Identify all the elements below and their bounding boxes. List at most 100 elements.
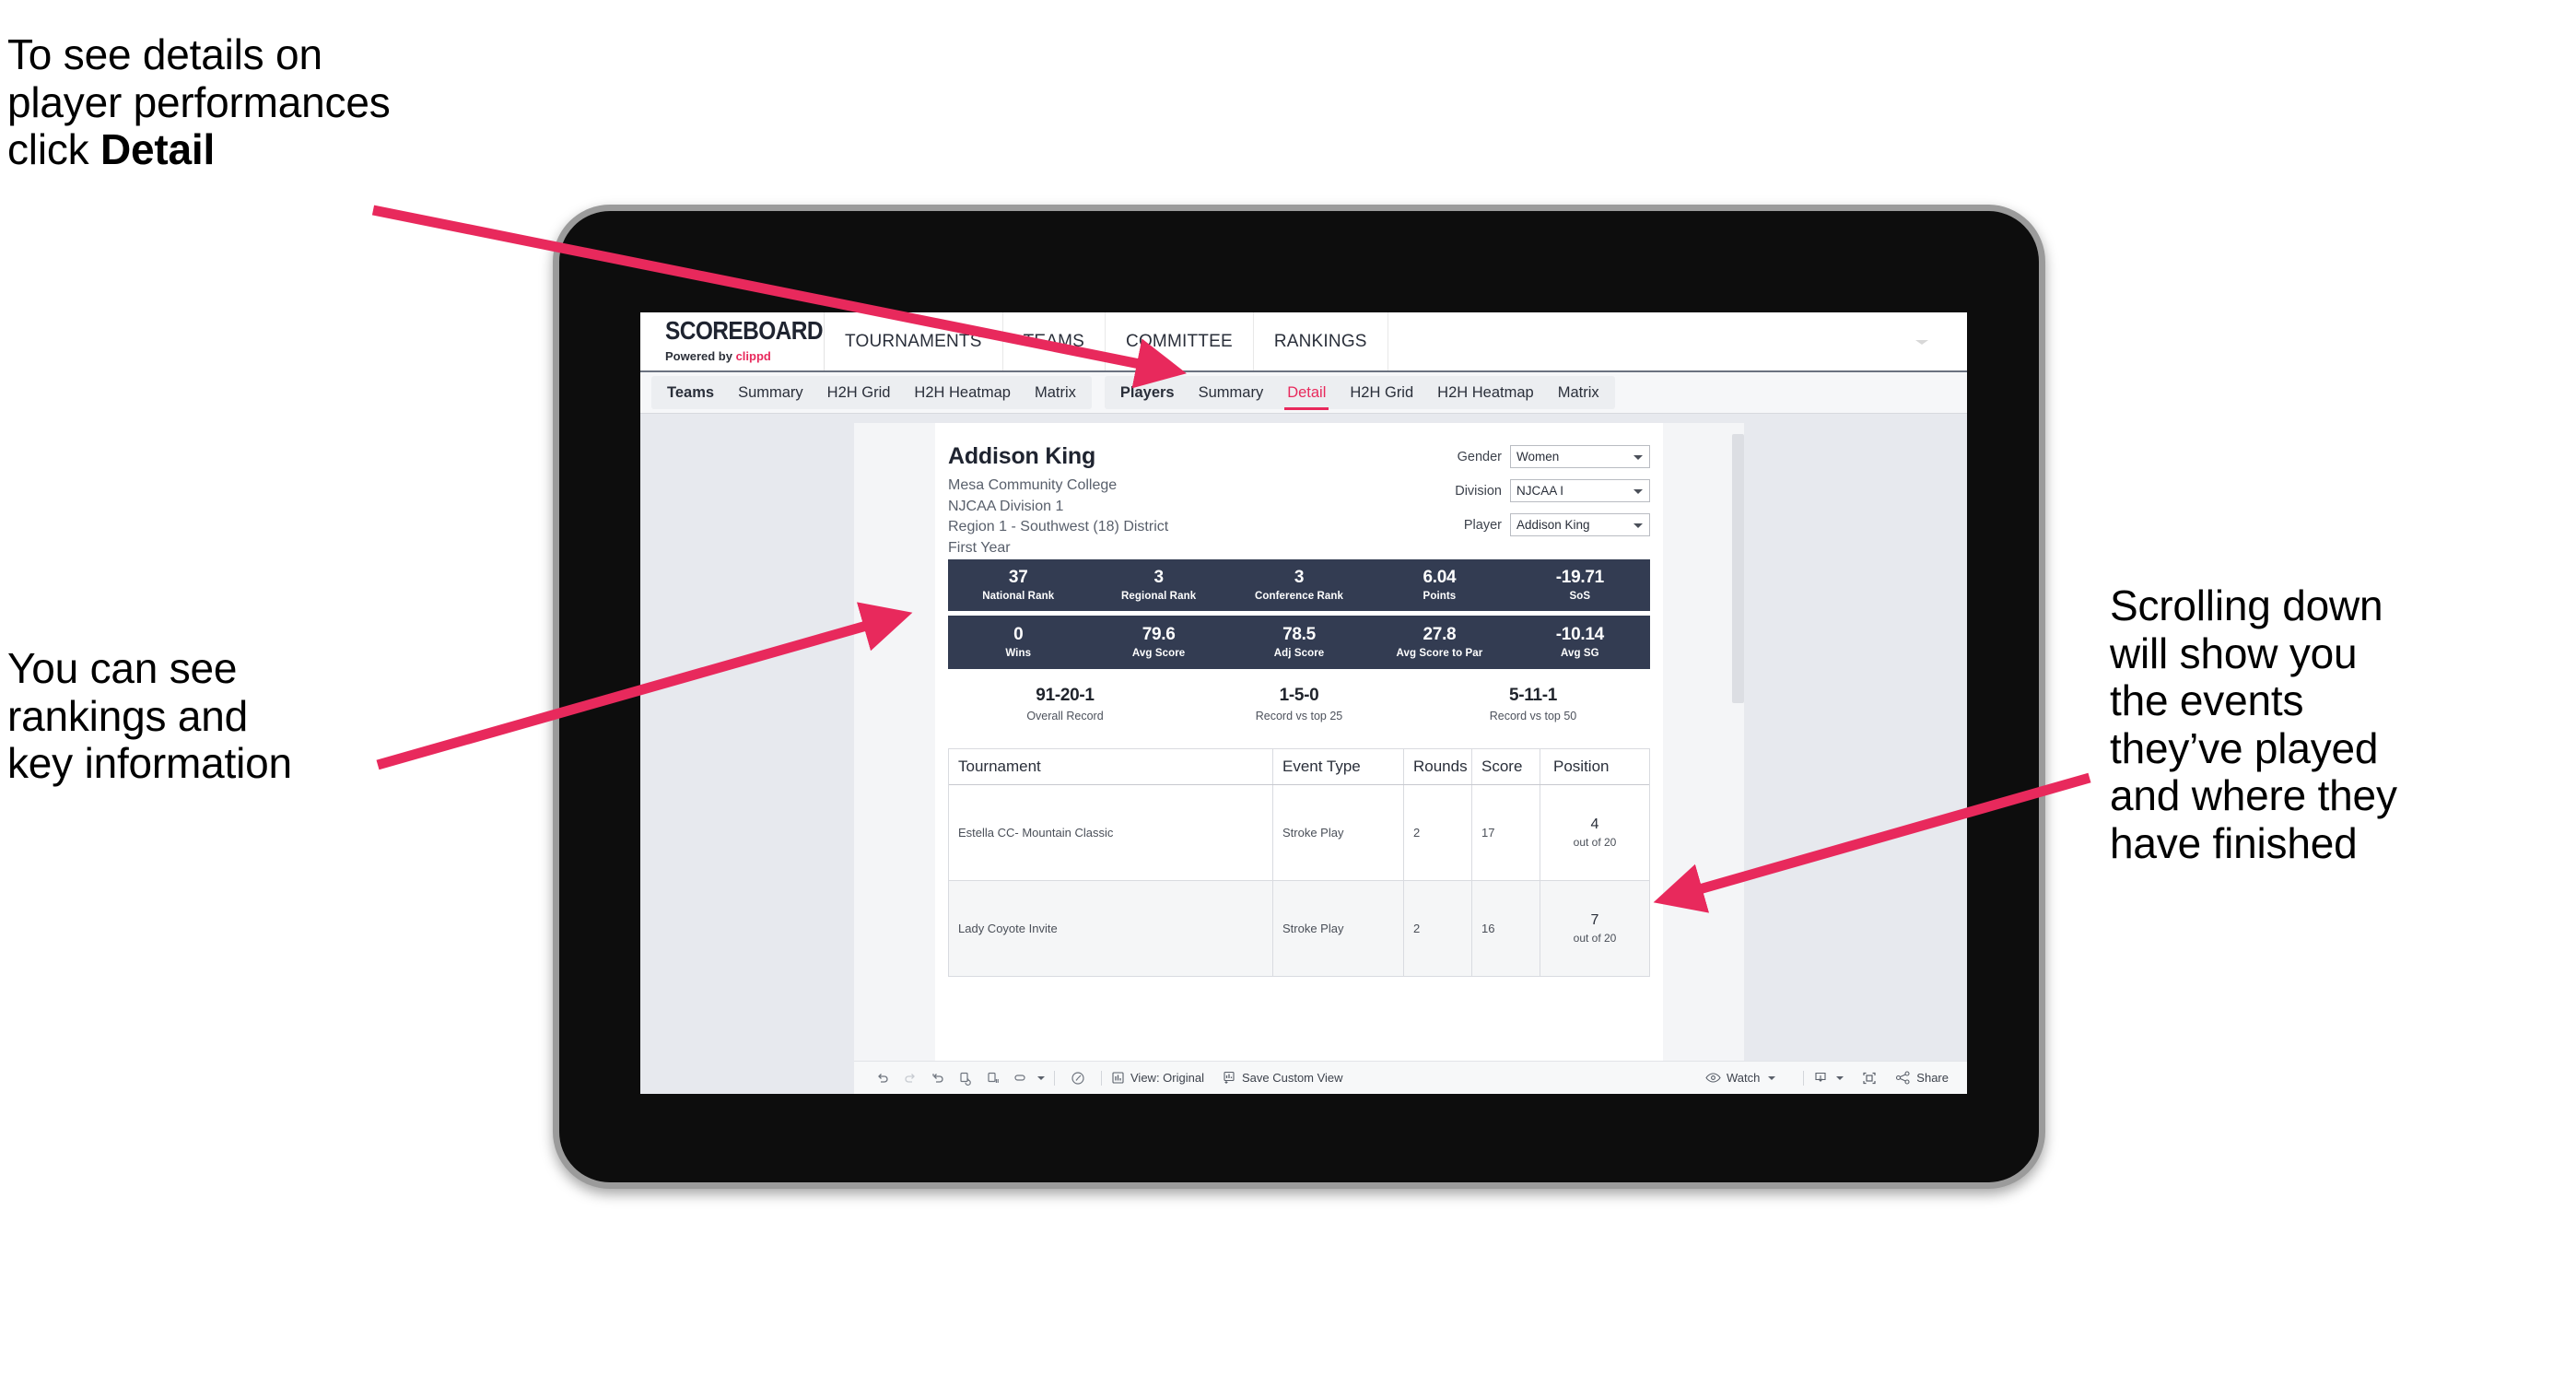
nav-rankings[interactable]: RANKINGS bbox=[1254, 312, 1388, 370]
brand-logo[interactable]: SCOREBOARD Powered by clippd bbox=[640, 312, 825, 370]
record-value: 5-11-1 bbox=[1508, 685, 1558, 705]
annotation-detail: To see details on player performances cl… bbox=[7, 30, 597, 174]
vertical-scrollbar[interactable] bbox=[1732, 434, 1744, 703]
subtab-players-detail[interactable]: Detail bbox=[1275, 376, 1338, 410]
fullscreen-button[interactable] bbox=[1862, 1071, 1877, 1086]
teams-tab-group: Teams Summary H2H Grid H2H Heatmap Matri… bbox=[651, 376, 1092, 409]
pause-auto-update-icon[interactable] bbox=[979, 1071, 1007, 1086]
view-original-icon bbox=[1111, 1071, 1125, 1085]
redo-icon[interactable] bbox=[896, 1071, 924, 1086]
subtab-teams-h2h-grid[interactable]: H2H Grid bbox=[815, 376, 903, 409]
gender-filter-value: Women bbox=[1516, 450, 1560, 464]
stat-value: 79.6 bbox=[1142, 624, 1176, 644]
subtab-players-h2h-grid[interactable]: H2H Grid bbox=[1338, 376, 1425, 409]
position-out-of: out of 20 bbox=[1573, 931, 1617, 945]
record-value: 91-20-1 bbox=[1036, 685, 1095, 705]
gender-filter-select[interactable]: Women bbox=[1510, 445, 1650, 468]
share-button[interactable]: Share bbox=[1895, 1071, 1949, 1085]
subtab-teams-summary[interactable]: Summary bbox=[726, 376, 815, 409]
cell-rounds: 2 bbox=[1404, 880, 1472, 976]
stat-value: 37 bbox=[1008, 567, 1028, 587]
annotation-scrolling: Scrolling down will show you the events … bbox=[2110, 581, 2397, 867]
subtab-teams-matrix[interactable]: Matrix bbox=[1023, 376, 1088, 409]
nav-tournaments[interactable]: TOURNAMENTS bbox=[825, 312, 1003, 370]
stat-regional-rank: 3 Regional Rank bbox=[1088, 567, 1228, 602]
table-row[interactable]: Lady Coyote Invite Stroke Play 2 16 7 ou… bbox=[949, 880, 1649, 977]
subtab-players[interactable]: Players bbox=[1108, 376, 1187, 409]
brand-subtitle: Powered by clippd bbox=[665, 350, 824, 362]
subtab-players-matrix[interactable]: Matrix bbox=[1546, 376, 1611, 409]
tournaments-table: Tournament Event Type Rounds Score Posit… bbox=[948, 747, 1650, 977]
column-header-score: Score bbox=[1472, 748, 1540, 784]
stat-avg-sg: -10.14 Avg SG bbox=[1510, 625, 1650, 658]
nav-committee[interactable]: COMMITTEE bbox=[1106, 312, 1254, 370]
record-label: Record vs top 25 bbox=[1255, 709, 1343, 722]
player-filter-select[interactable]: Addison King bbox=[1510, 513, 1650, 536]
history-icon[interactable] bbox=[1064, 1070, 1092, 1086]
save-custom-view-label: Save Custom View bbox=[1241, 1071, 1343, 1085]
chevron-down-icon bbox=[1633, 488, 1643, 494]
chevron-down-icon bbox=[1768, 1075, 1776, 1080]
view-original-button[interactable]: View: Original bbox=[1111, 1071, 1204, 1085]
position-out-of: out of 20 bbox=[1573, 835, 1617, 849]
cell-position: 4 out of 20 bbox=[1540, 785, 1649, 880]
brand-title: SCOREBOARD bbox=[665, 317, 824, 346]
stat-avg-score-to-par: 27.8 Avg Score to Par bbox=[1369, 625, 1509, 658]
annotation-rankings: You can see rankings and key information bbox=[7, 644, 292, 788]
cell-position: 7 out of 20 bbox=[1540, 881, 1649, 976]
nav-teams[interactable]: TEAMS bbox=[1003, 312, 1107, 370]
score-stats-bar: 0 Wins 79.6 Avg Score 78.5 Adj Score 27.… bbox=[948, 615, 1650, 669]
stat-value: -19.71 bbox=[1555, 567, 1604, 587]
subtab-players-h2h-heatmap[interactable]: H2H Heatmap bbox=[1425, 376, 1546, 409]
undo-icon[interactable] bbox=[869, 1071, 896, 1086]
pan-icon[interactable] bbox=[1007, 1071, 1035, 1086]
cell-tournament: Lady Coyote Invite bbox=[949, 880, 1273, 976]
stat-label: Wins bbox=[1005, 647, 1032, 659]
watch-button[interactable]: Watch bbox=[1705, 1071, 1776, 1085]
save-custom-view-icon bbox=[1223, 1071, 1236, 1085]
stat-label: Conference Rank bbox=[1254, 590, 1344, 602]
cell-tournament: Estella CC- Mountain Classic bbox=[949, 784, 1273, 880]
save-custom-view-button[interactable]: Save Custom View bbox=[1223, 1071, 1343, 1085]
cell-rounds: 2 bbox=[1404, 784, 1472, 880]
stat-wins: 0 Wins bbox=[948, 625, 1088, 659]
chevron-down-icon bbox=[1836, 1075, 1844, 1080]
column-header-tournament: Tournament bbox=[949, 748, 1273, 784]
eye-icon bbox=[1705, 1072, 1721, 1084]
stat-value: 6.04 bbox=[1423, 567, 1457, 587]
chevron-down-icon[interactable] bbox=[1037, 1075, 1045, 1080]
player-detail-card: Addison King Mesa Community College NJCA… bbox=[935, 423, 1663, 1061]
toolbar-divider bbox=[1054, 1070, 1055, 1086]
position-value: 7 bbox=[1590, 911, 1599, 928]
subtab-teams[interactable]: Teams bbox=[655, 376, 726, 409]
stat-value: 3 bbox=[1153, 567, 1164, 587]
gender-filter-label: Gender bbox=[1457, 449, 1502, 464]
players-tab-group: Players Summary Detail H2H Grid H2H Heat… bbox=[1104, 376, 1615, 410]
subtab-teams-h2h-heatmap[interactable]: H2H Heatmap bbox=[902, 376, 1023, 409]
subtab-players-summary[interactable]: Summary bbox=[1187, 376, 1276, 409]
cell-score: 16 bbox=[1472, 880, 1540, 976]
division-filter-value: NJCAA I bbox=[1516, 484, 1564, 498]
column-header-event-type: Event Type bbox=[1273, 748, 1404, 784]
stat-label: Regional Rank bbox=[1121, 590, 1197, 602]
slide-canvas: To see details on player performances cl… bbox=[0, 0, 2576, 1386]
revert-icon[interactable] bbox=[924, 1071, 952, 1086]
chevron-down-icon bbox=[1633, 454, 1643, 460]
table-row[interactable]: Estella CC- Mountain Classic Stroke Play… bbox=[949, 784, 1649, 881]
tablet-screen: SCOREBOARD Powered by clippd TOURNAMENTS… bbox=[640, 312, 1967, 1094]
record-value: 1-5-0 bbox=[1279, 685, 1319, 705]
refresh-data-icon[interactable] bbox=[952, 1071, 979, 1086]
download-button[interactable] bbox=[1813, 1071, 1844, 1086]
player-filter-value: Addison King bbox=[1516, 518, 1590, 532]
share-icon bbox=[1895, 1071, 1911, 1085]
viz-canvas: Addison King Mesa Community College NJCA… bbox=[640, 414, 1967, 1094]
chevron-down-icon[interactable] bbox=[1915, 340, 1928, 345]
view-original-label: View: Original bbox=[1130, 1071, 1204, 1085]
stat-conference-rank: 3 Conference Rank bbox=[1229, 567, 1369, 602]
cell-score: 17 bbox=[1472, 784, 1540, 880]
toolbar-divider bbox=[1803, 1070, 1805, 1086]
stat-value: 3 bbox=[1294, 567, 1305, 587]
division-filter-select[interactable]: NJCAA I bbox=[1510, 479, 1650, 502]
column-header-rounds: Rounds bbox=[1404, 748, 1472, 784]
stat-sos: -19.71 SoS bbox=[1510, 567, 1650, 601]
